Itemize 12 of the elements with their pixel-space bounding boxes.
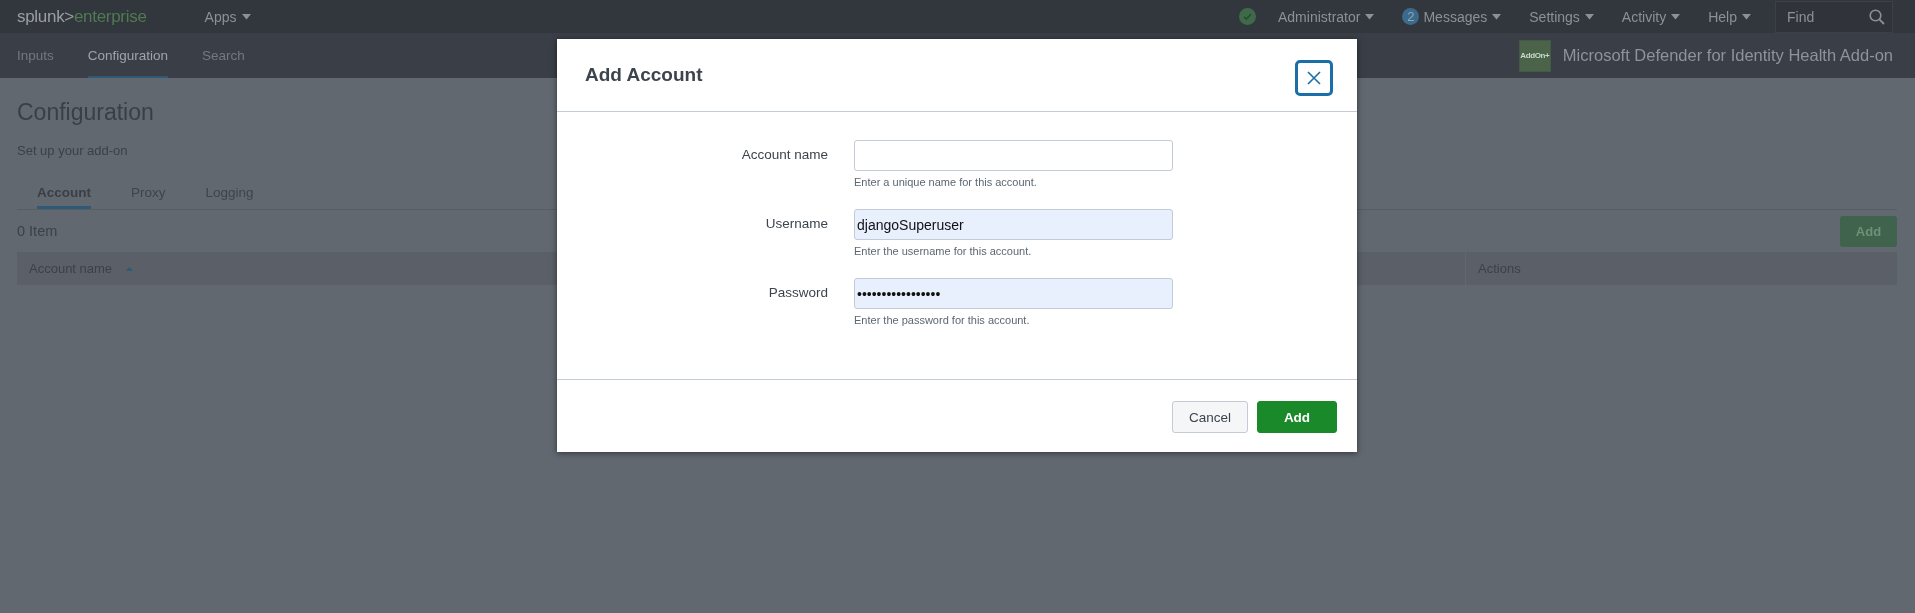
logo-text: enterprise	[73, 6, 147, 27]
field-label: Account name	[740, 146, 828, 164]
logo-text: splunk>	[17, 6, 74, 27]
help-text: Enter the username for this account.	[854, 245, 1033, 257]
app-title: Microsoft Defender for Identity Health Add-on	[1562, 46, 1893, 65]
dialog-title: Add Account	[585, 64, 703, 86]
field-label: Password	[767, 284, 828, 302]
message-count-badge: 2	[1402, 8, 1420, 25]
field-label: Username	[764, 215, 828, 233]
help-text: Enter a unique name for this account.	[854, 176, 1038, 188]
help-text: Enter the password for this account.	[854, 314, 1031, 326]
app-logo: AddOn+	[1518, 39, 1551, 72]
